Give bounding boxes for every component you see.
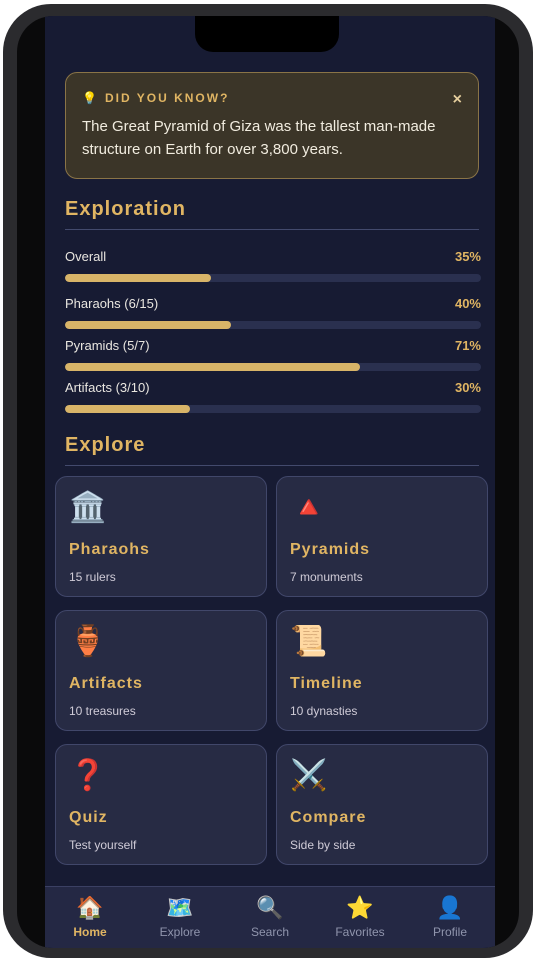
nav-label: Explore — [159, 925, 201, 939]
card-quiz[interactable]: ❓ Quiz Test yourself — [55, 744, 267, 865]
progress-percent: 71% — [454, 338, 481, 353]
card-title: Quiz — [69, 809, 108, 826]
progress-label: Pharaohs (6/15) — [65, 296, 159, 311]
device-frame: N🪲 💡 DID YOU KNOW? × The Great Pyramid o… — [3, 4, 533, 958]
progress-pharaohs: Pharaohs (6/15) 40% — [65, 296, 481, 329]
progress-percent: 35% — [454, 249, 481, 264]
device-bezel: N🪲 💡 DID YOU KNOW? × The Great Pyramid o… — [17, 16, 519, 948]
progress-fill — [65, 405, 190, 413]
card-title: Pharaohs — [69, 541, 150, 558]
progress-overall: Overall 35% — [65, 249, 481, 282]
app-screen: N🪲 💡 DID YOU KNOW? × The Great Pyramid o… — [45, 16, 495, 948]
nav-label: Favorites — [335, 925, 385, 939]
camera-notch — [195, 16, 339, 52]
lightbulb-icon: 💡 — [82, 91, 99, 105]
progress-label: Overall — [65, 249, 107, 264]
home-icon: 🏠 — [76, 895, 104, 920]
nav-label: Search — [250, 925, 290, 939]
progress-percent: 30% — [454, 380, 481, 395]
progress-label: Pyramids (5/7) — [65, 338, 150, 353]
progress-artifacts: Artifacts (3/10) 30% — [65, 380, 481, 413]
card-pyramids[interactable]: 🔺 Pyramids 7 monuments — [276, 476, 488, 597]
scroll-icon: 📜 — [290, 625, 328, 658]
card-title: Timeline — [290, 675, 363, 692]
swords-icon: ⚔️ — [290, 759, 328, 792]
nav-label: Home — [73, 925, 107, 939]
exploration-heading: Exploration — [65, 198, 479, 230]
nav-item-profile[interactable]: 👤 Profile — [405, 887, 495, 948]
fact-header: 💡 DID YOU KNOW? — [82, 91, 462, 105]
bottom-nav: 🏠 Home 🗺️ Explore 🔍 Search ⭐ Favorites 👤 — [45, 886, 495, 948]
card-timeline[interactable]: 📜 Timeline 10 dynasties — [276, 610, 488, 731]
progress-fill — [65, 363, 361, 371]
progress-track — [65, 321, 481, 329]
progress-label: Artifacts (3/10) — [65, 380, 150, 395]
star-icon: ⭐ — [346, 895, 374, 920]
fact-card: 💡 DID YOU KNOW? × The Great Pyramid of G… — [65, 72, 479, 179]
nav-item-favorites[interactable]: ⭐ Favorites — [315, 887, 405, 948]
fact-text: The Great Pyramid of Giza was the talles… — [82, 118, 436, 158]
card-subtitle: Side by side — [290, 838, 356, 852]
nav-item-search[interactable]: 🔍 Search — [225, 887, 315, 948]
progress-track — [65, 274, 481, 282]
card-title: Compare — [290, 809, 367, 826]
card-subtitle: 10 dynasties — [290, 704, 358, 718]
temple-icon: 🏛️ — [69, 491, 107, 524]
progress-percent: 40% — [454, 296, 481, 311]
amphora-icon: 🏺 — [69, 625, 107, 658]
nav-item-home[interactable]: 🏠 Home — [45, 887, 135, 948]
card-subtitle: 15 rulers — [69, 570, 116, 584]
profile-icon: 👤 — [436, 895, 464, 920]
question-icon: ❓ — [69, 759, 107, 792]
card-title: Pyramids — [290, 541, 371, 558]
card-title: Artifacts — [69, 675, 143, 692]
fact-heading: DID YOU KNOW? — [104, 91, 230, 105]
card-pharaohs[interactable]: 🏛️ Pharaohs 15 rulers — [55, 476, 267, 597]
card-artifacts[interactable]: 🏺 Artifacts 10 treasures — [55, 610, 267, 731]
nav-label: Profile — [432, 925, 467, 939]
map-icon: 🗺️ — [166, 895, 194, 920]
nav-item-explore[interactable]: 🗺️ Explore — [135, 887, 225, 948]
progress-pyramids: Pyramids (5/7) 71% — [65, 338, 481, 371]
card-subtitle: Test yourself — [69, 838, 137, 852]
card-subtitle: 10 treasures — [69, 704, 136, 718]
progress-track — [65, 363, 481, 371]
search-icon: 🔍 — [256, 895, 284, 920]
close-icon[interactable]: × — [453, 91, 462, 109]
pyramid-icon: 🔺 — [290, 491, 328, 524]
progress-track — [65, 405, 481, 413]
progress-fill — [65, 321, 232, 329]
card-compare[interactable]: ⚔️ Compare Side by side — [276, 744, 488, 865]
card-subtitle: 7 monuments — [290, 570, 363, 584]
explore-heading: Explore — [65, 434, 479, 466]
progress-fill — [65, 274, 211, 282]
